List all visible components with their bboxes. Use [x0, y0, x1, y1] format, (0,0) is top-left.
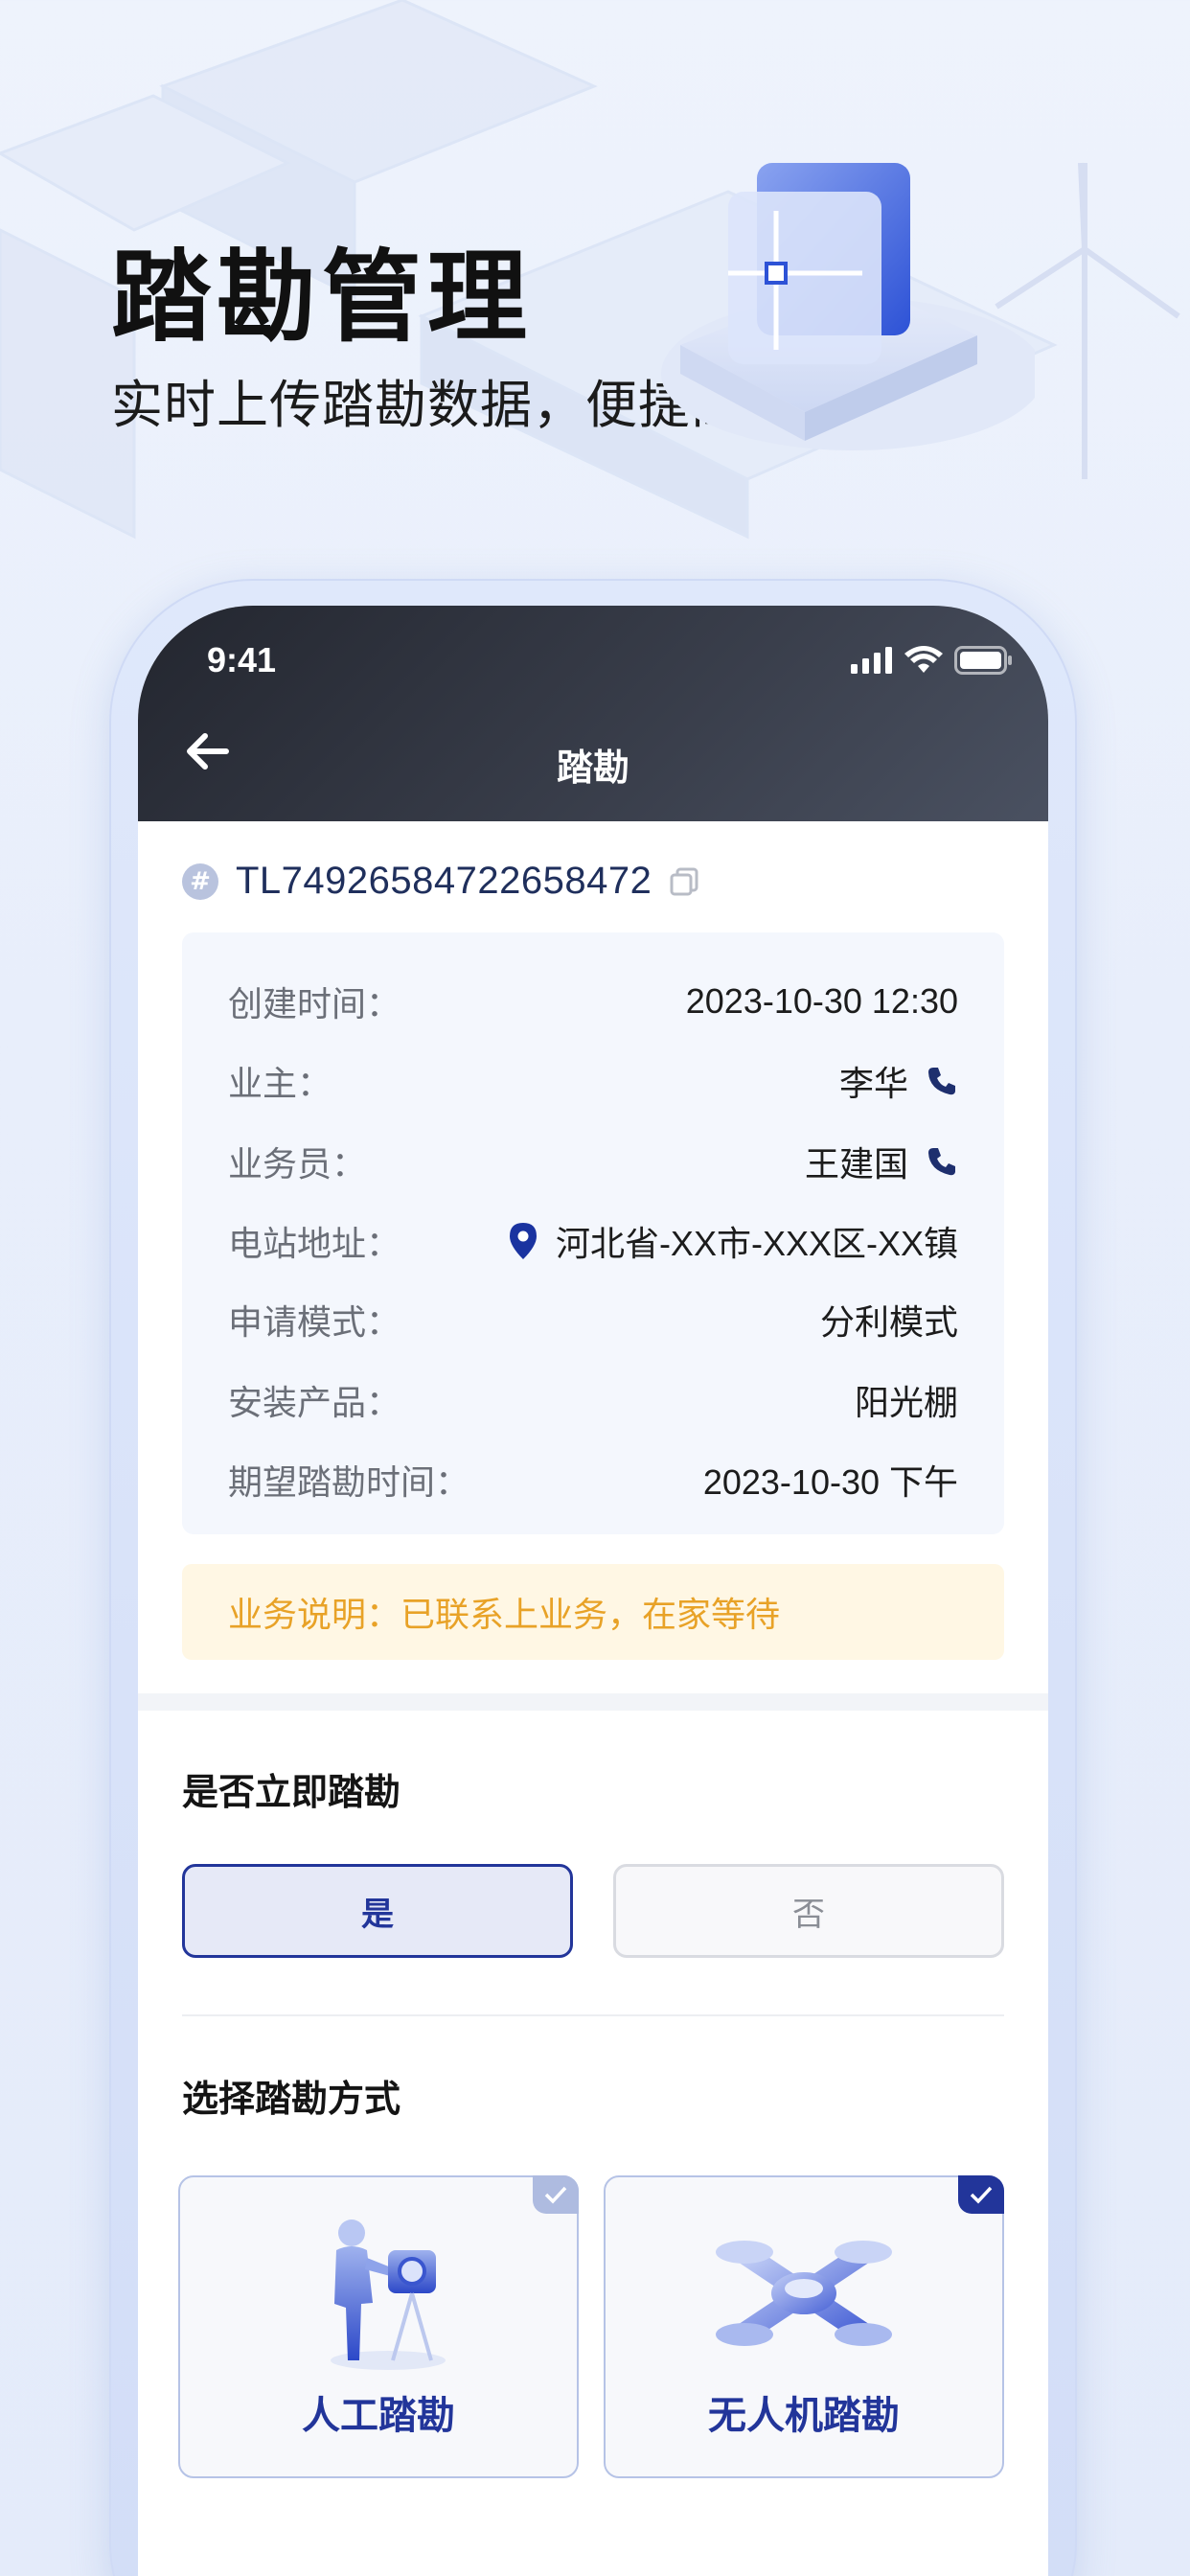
detail-value: 2023-10-30 下午 — [702, 1462, 958, 1502]
detail-label: 创建时间： — [228, 985, 401, 1024]
blueprint-document-icon — [661, 163, 1035, 450]
phone-icon[interactable] — [926, 1065, 958, 1097]
check-icon — [958, 2175, 1004, 2214]
phone-screen: 9:41 踏勘 # TL74926584722658472 创建时间： 2023… — [138, 606, 1048, 2576]
detail-info-box: 创建时间： 2023-10-30 12:30 业主： 李华 业务员： 王建国 电… — [182, 932, 1004, 1534]
status-icons — [851, 646, 1014, 675]
detail-label: 业主： — [228, 1065, 332, 1104]
detail-value: 分利模式 — [819, 1302, 958, 1342]
detail-row-created-time: 创建时间： 2023-10-30 12:30 — [228, 973, 958, 1030]
app-header: 9:41 踏勘 — [138, 606, 1048, 821]
wifi-icon — [904, 646, 943, 673]
immediate-survey-title: 是否立即踏勘 — [182, 1771, 401, 1813]
immediate-no-button[interactable]: 否 — [613, 1864, 1004, 1958]
surveyor-icon — [331, 2220, 446, 2370]
survey-method-title: 选择踏勘方式 — [182, 2078, 401, 2120]
detail-value: 2023-10-30 12:30 — [685, 981, 958, 1021]
detail-label: 期望踏勘时间： — [228, 1463, 470, 1503]
method-card-drone[interactable]: 无人机踏勘 — [604, 2175, 1004, 2478]
drone-icon — [716, 2241, 892, 2346]
detail-label: 安装产品： — [228, 1384, 401, 1423]
section-divider — [138, 1693, 1048, 1711]
page-title: 踏勘 — [556, 747, 629, 789]
divider — [182, 2014, 1004, 2016]
detail-value: 李华 — [839, 1056, 958, 1106]
detail-value: 阳光棚 — [854, 1383, 958, 1422]
detail-value: 王建国 — [805, 1137, 958, 1186]
detail-label: 申请模式： — [228, 1303, 401, 1343]
detail-row-expected-time: 期望踏勘时间： 2023-10-30 下午 — [228, 1451, 958, 1508]
detail-row-salesperson: 业务员： 王建国 — [228, 1133, 958, 1190]
business-note: 业务说明：已联系上业务，在家等待 — [182, 1564, 1004, 1660]
check-icon — [533, 2175, 579, 2214]
order-number: TL74926584722658472 — [236, 860, 652, 902]
detail-row-install-product: 安装产品： 阳光棚 — [228, 1371, 958, 1429]
hash-icon: # — [182, 862, 218, 900]
immediate-yes-button[interactable]: 是 — [182, 1864, 573, 1958]
signal-icon — [851, 647, 892, 674]
method-card-manual[interactable]: 人工踏勘 — [178, 2175, 579, 2478]
detail-value: 河北省-XX市-XXX区-XX镇 — [508, 1216, 958, 1266]
battery-icon — [954, 646, 1012, 675]
copy-icon[interactable] — [669, 866, 699, 897]
method-label: 人工踏勘 — [302, 2394, 455, 2438]
order-number-row: # TL74926584722658472 — [182, 860, 699, 903]
location-pin-icon — [509, 1223, 537, 1259]
detail-row-owner: 业主： 李华 — [228, 1052, 958, 1110]
method-label: 无人机踏勘 — [708, 2394, 900, 2438]
phone-icon[interactable] — [926, 1145, 958, 1178]
detail-label: 业务员： — [228, 1145, 367, 1184]
detail-label: 电站地址： — [228, 1225, 401, 1264]
hero-title: 踏勘管理 — [111, 239, 534, 356]
detail-row-station-address: 电站地址： 河北省-XX市-XXX区-XX镇 — [228, 1212, 958, 1270]
detail-row-apply-mode: 申请模式： 分利模式 — [228, 1291, 958, 1348]
status-time: 9:41 — [207, 640, 277, 679]
